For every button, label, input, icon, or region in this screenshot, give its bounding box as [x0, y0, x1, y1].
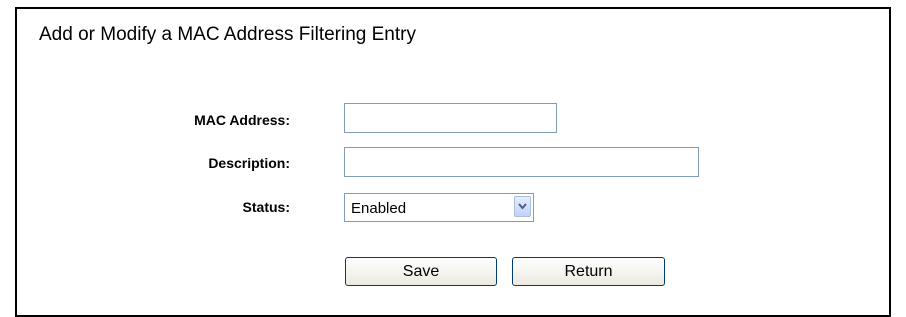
status-label: Status:: [242, 199, 290, 215]
mac-filter-form-panel: Add or Modify a MAC Address Filtering En…: [15, 7, 891, 317]
page-title: Add or Modify a MAC Address Filtering En…: [39, 24, 416, 45]
description-label: Description:: [208, 155, 290, 171]
return-button[interactable]: Return: [512, 257, 665, 286]
mac-address-input[interactable]: [344, 103, 557, 133]
save-button[interactable]: Save: [345, 257, 497, 286]
status-selected-value: Enabled: [351, 200, 407, 217]
status-select[interactable]: Enabled: [344, 193, 534, 222]
description-input[interactable]: [344, 147, 699, 177]
mac-address-label: MAC Address:: [194, 112, 290, 128]
chevron-down-icon[interactable]: [514, 196, 531, 217]
